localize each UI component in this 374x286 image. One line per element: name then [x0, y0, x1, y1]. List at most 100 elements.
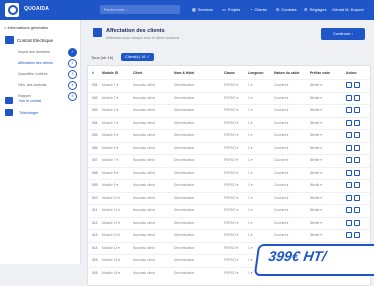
- nature-select[interactable]: Courant ▾: [274, 121, 288, 125]
- col-header-name[interactable]: Nom & Hôtel: [174, 71, 194, 75]
- client-select[interactable]: Nouveau client: [133, 121, 155, 125]
- user-menu[interactable]: Gérald M. Dupont: [332, 7, 364, 12]
- classe-select[interactable]: PERSO ▾: [224, 83, 238, 87]
- name-field[interactable]: Dénomination: [174, 196, 194, 200]
- prefix-select[interactable]: Illimité ▾: [310, 233, 322, 237]
- classe-select[interactable]: PERSO ▾: [224, 258, 238, 262]
- table-row[interactable]: 010 Module 10 ▾ Nouveau client Dénomination…: [88, 191, 370, 203]
- edit-icon[interactable]: [346, 107, 352, 113]
- nature-select[interactable]: Courant ▾: [274, 233, 288, 237]
- classe-select[interactable]: PERSO ▾: [224, 208, 238, 212]
- app-logo[interactable]: [5, 3, 19, 17]
- client-select[interactable]: Nouveau client: [133, 208, 155, 212]
- continue-button[interactable]: Continuer ›: [321, 28, 365, 40]
- classe-select[interactable]: PERSO ▾: [224, 108, 238, 112]
- sidebar-item-quantites[interactable]: Quantités / métrés: [18, 72, 47, 76]
- edit-icon[interactable]: [346, 232, 352, 238]
- name-field[interactable]: Dénomination: [174, 246, 194, 250]
- prefix-select[interactable]: Illimité ▾: [310, 221, 322, 225]
- table-row[interactable]: 006 Module 6 ▾ Nouveau client Dénomination P…: [88, 141, 370, 153]
- table-row[interactable]: 003 Module 3 ▾ Nouveau client Dénomination P…: [88, 104, 370, 115]
- name-field[interactable]: Dénomination: [174, 121, 194, 125]
- table-row[interactable]: 012 Module 12 ▾ Nouveau client Dénomination…: [88, 216, 370, 228]
- name-field[interactable]: Dénomination: [174, 183, 194, 187]
- edit-icon[interactable]: [346, 119, 352, 126]
- nature-select[interactable]: Courant ▾: [274, 158, 288, 162]
- table-row[interactable]: 011 Module 11 ▾ Nouveau client Dénomination…: [88, 204, 370, 215]
- edit-icon[interactable]: [346, 144, 352, 151]
- length-select[interactable]: 1 ▾: [248, 146, 252, 150]
- module-select[interactable]: Module 16 ▾: [102, 271, 120, 275]
- client-select[interactable]: Nouveau client: [133, 108, 155, 112]
- classe-select[interactable]: PERSO ▾: [224, 183, 238, 187]
- client-select[interactable]: Nouveau client: [133, 146, 155, 150]
- sidebar-section-contrat[interactable]: Contrat Electrique: [3, 35, 77, 45]
- length-select[interactable]: 1 ▾: [248, 83, 252, 87]
- delete-icon[interactable]: [354, 94, 360, 101]
- col-header-nature[interactable]: Nature du cable: [274, 71, 299, 75]
- delete-icon[interactable]: [354, 107, 360, 113]
- classe-select[interactable]: PERSO ▾: [224, 171, 238, 175]
- delete-icon[interactable]: [354, 82, 360, 88]
- length-select[interactable]: 1 ▾: [248, 96, 252, 100]
- delete-icon[interactable]: [354, 182, 360, 188]
- delete-icon[interactable]: [354, 169, 360, 176]
- module-select[interactable]: Module 2 ▾: [102, 96, 118, 100]
- length-select[interactable]: 1 ▾: [248, 233, 252, 237]
- classe-select[interactable]: PERSO ▾: [224, 121, 238, 125]
- nav-projets[interactable]: ▭ Projets: [222, 7, 240, 12]
- nature-select[interactable]: Courant ▾: [274, 208, 288, 212]
- back-link[interactable]: < Informations générales: [4, 25, 48, 30]
- col-header-module[interactable]: Module ID: [102, 71, 118, 75]
- col-header-longueur[interactable]: Longueur: [248, 71, 264, 75]
- delete-icon[interactable]: [354, 119, 360, 126]
- delete-icon[interactable]: [354, 194, 360, 201]
- length-select[interactable]: 1 ▾: [248, 208, 252, 212]
- table-row[interactable]: 002 Module 2 ▾ Nouveau client Dénomination P…: [88, 91, 370, 103]
- sidebar-link-telecharger[interactable]: Télécharger: [5, 109, 79, 117]
- sidebar-link-voir[interactable]: Voir le contrat: [5, 97, 79, 105]
- table-row[interactable]: 013 Module 13 ▾ Nouveau client Dénomination…: [88, 229, 370, 240]
- edit-icon[interactable]: [346, 194, 352, 201]
- nav-clients[interactable]: ◔ Clients: [250, 7, 267, 12]
- module-select[interactable]: Module 15 ▾: [102, 258, 120, 262]
- classe-select[interactable]: PERSO ▾: [224, 196, 238, 200]
- col-header-classe[interactable]: Classe: [224, 71, 235, 75]
- length-select[interactable]: 1 ▾: [248, 196, 252, 200]
- table-row[interactable]: 007 Module 7 ▾ Nouveau client Dénomination P…: [88, 154, 370, 165]
- module-select[interactable]: Module 12 ▾: [102, 221, 120, 225]
- name-field[interactable]: Dénomination: [174, 258, 194, 262]
- length-select[interactable]: 1 ▾: [248, 246, 252, 250]
- sidebar-item-affectation[interactable]: Affectation des clients: [18, 61, 53, 65]
- name-field[interactable]: Dénomination: [174, 83, 194, 87]
- classe-select[interactable]: PERSO ▾: [224, 246, 238, 250]
- table-row[interactable]: 001 Module 1 ▾ Nouveau client Dénomination P…: [88, 79, 370, 90]
- client-select[interactable]: Nouveau client: [133, 196, 155, 200]
- name-field[interactable]: Dénomination: [174, 146, 194, 150]
- length-select[interactable]: 1 ▾: [248, 158, 252, 162]
- prefix-select[interactable]: Illimité ▾: [310, 208, 322, 212]
- delete-icon[interactable]: [354, 207, 360, 213]
- length-select[interactable]: 1 ▾: [248, 171, 252, 175]
- client-select[interactable]: Nouveau client: [133, 258, 155, 262]
- length-select[interactable]: 1 ▾: [248, 121, 252, 125]
- prefix-select[interactable]: Illimité ▾: [310, 171, 322, 175]
- client-select[interactable]: Nouveau client: [133, 183, 155, 187]
- module-select[interactable]: Module 3 ▾: [102, 108, 118, 112]
- search-input[interactable]: Rechercher...: [100, 5, 180, 14]
- client-select[interactable]: Nouveau client: [133, 233, 155, 237]
- delete-icon[interactable]: [354, 232, 360, 238]
- table-row[interactable]: 008 Module 8 ▾ Nouveau client Dénomination P…: [88, 166, 370, 178]
- client-select[interactable]: Nouveau client: [133, 221, 155, 225]
- prefix-select[interactable]: Illimité ▾: [310, 133, 322, 137]
- name-field[interactable]: Dénomination: [174, 221, 194, 225]
- client-select[interactable]: Nouveau client: [133, 246, 155, 250]
- sidebar-item-generation[interactable]: Gén. des contrats: [18, 83, 46, 87]
- col-header-prefixe[interactable]: Préfixe code: [310, 71, 330, 75]
- edit-icon[interactable]: [346, 169, 352, 176]
- length-select[interactable]: 1 ▾: [248, 108, 252, 112]
- module-select[interactable]: Module 14 ▾: [102, 246, 120, 250]
- prefix-select[interactable]: Illimité ▾: [310, 196, 322, 200]
- module-select[interactable]: Module 9 ▾: [102, 183, 118, 187]
- nav-services[interactable]: ▦ Services: [192, 7, 213, 12]
